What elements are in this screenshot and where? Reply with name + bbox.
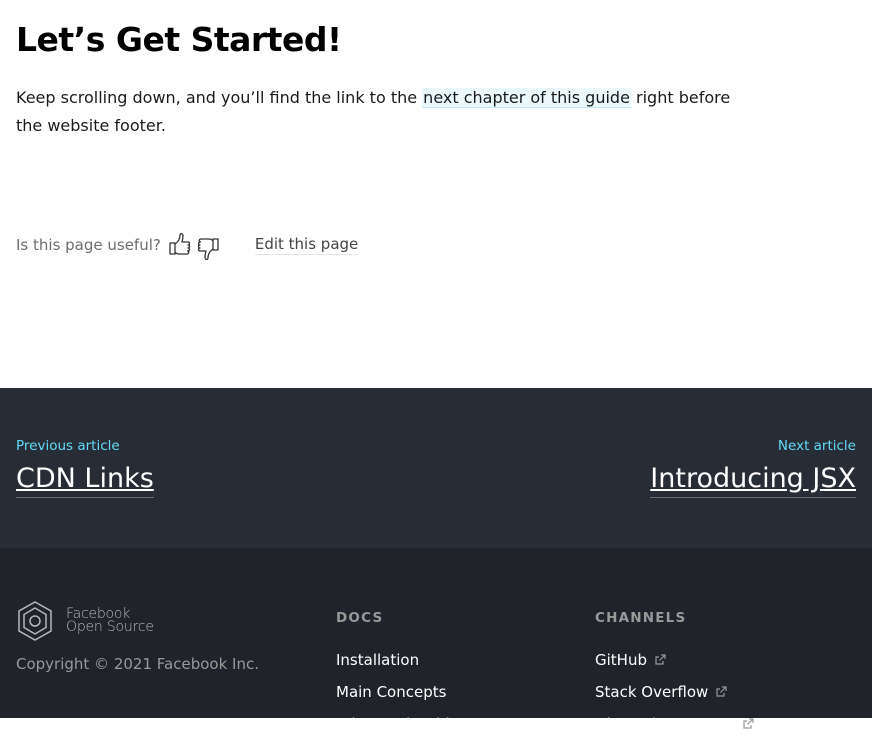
previous-article-caption: Previous article	[16, 438, 120, 454]
logo-text: Facebook Open Source	[66, 607, 154, 635]
thumbs-up-icon[interactable]	[167, 231, 193, 259]
footer-link-main-concepts[interactable]: Main Concepts	[336, 676, 467, 708]
main-content: Let’s Get Started! Keep scrolling down, …	[0, 0, 872, 388]
feedback-question: Is this page useful?	[16, 236, 161, 254]
hexagon-logo-icon	[18, 601, 52, 641]
page-title: Let’s Get Started!	[16, 20, 342, 59]
intro-paragraph: Keep scrolling down, and you’ll find the…	[16, 84, 736, 140]
external-link-icon	[716, 686, 727, 697]
paragraph-text-before: Keep scrolling down, and you’ll find the…	[16, 88, 423, 107]
footer-link-discussion-forums[interactable]: Discussion Forums	[595, 708, 754, 740]
previous-article[interactable]: Previous article CDN Links	[16, 438, 154, 498]
previous-article-link[interactable]: CDN Links	[16, 462, 154, 498]
channels-heading: CHANNELS	[595, 610, 687, 626]
next-chapter-link[interactable]: next chapter of this guide	[422, 88, 631, 108]
copyright-text: Copyright © 2021 Facebook Inc.	[16, 655, 259, 673]
footer-channels-column: CHANNELS GitHub Stack Overflow Discussio…	[595, 610, 754, 740]
external-link-icon	[743, 718, 754, 729]
edit-page-link[interactable]: Edit this page	[254, 235, 359, 255]
logo-line-2: Open Source	[66, 619, 154, 635]
footer-docs-column: DOCS Installation Main Concepts Advanced…	[336, 610, 467, 740]
article-navigation: Previous article CDN Links Next article …	[0, 388, 872, 548]
stack-overflow-label: Stack Overflow	[595, 683, 709, 701]
github-label: GitHub	[595, 651, 647, 669]
footer-link-github[interactable]: GitHub	[595, 644, 754, 676]
feedback-bar: Is this page useful? Edit this page	[16, 228, 359, 262]
footer-link-installation[interactable]: Installation	[336, 644, 467, 676]
footer-link-advanced-guides[interactable]: Advanced Guides	[336, 708, 467, 740]
next-article[interactable]: Next article Introducing JSX	[650, 438, 856, 498]
facebook-open-source-logo[interactable]: Facebook Open Source	[16, 600, 154, 642]
footer-link-stack-overflow[interactable]: Stack Overflow	[595, 676, 754, 708]
site-footer: Facebook Open Source Copyright © 2021 Fa…	[0, 548, 872, 733]
next-article-caption: Next article	[777, 438, 856, 454]
external-link-icon	[655, 654, 666, 665]
next-article-link[interactable]: Introducing JSX	[650, 462, 856, 498]
thumbs-down-icon[interactable]	[195, 234, 221, 262]
docs-heading: DOCS	[336, 610, 384, 626]
